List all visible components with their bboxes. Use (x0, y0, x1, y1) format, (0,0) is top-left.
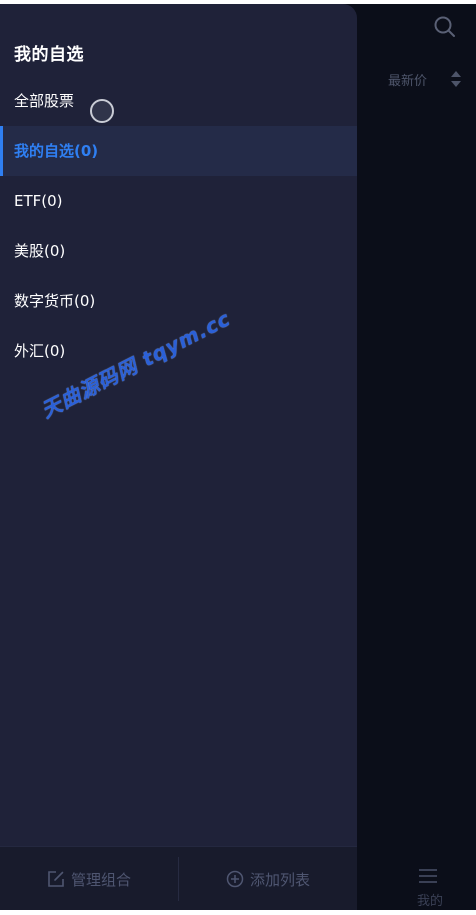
group-item-my-watchlist[interactable]: 我的自选(0) (0, 126, 357, 176)
touch-indicator (90, 99, 114, 123)
add-list-button[interactable]: 添加列表 (179, 847, 357, 910)
search-icon[interactable] (432, 14, 458, 40)
group-item-all-stocks[interactable]: 全部股票 (0, 76, 357, 126)
drawer-footer: 管理组合 添加列表 (0, 846, 357, 910)
sort-price-label: 最新价 (388, 73, 428, 89)
plus-circle-icon (226, 870, 244, 888)
group-item-label: 美股(0) (14, 242, 66, 260)
group-item-etf[interactable]: ETF(0) (0, 176, 357, 226)
group-item-label: 我的自选(0) (14, 142, 99, 160)
group-item-label: 全部股票 (14, 92, 75, 110)
nav-label-mine[interactable]: 我的 (410, 890, 450, 909)
group-item-us-stocks[interactable]: 美股(0) (0, 226, 357, 276)
bottom-strip (0, 910, 476, 915)
add-list-label: 添加列表 (249, 870, 310, 889)
group-item-crypto[interactable]: 数字货币(0) (0, 276, 357, 326)
drawer-title: 我的自选 (14, 45, 84, 65)
edit-icon (48, 871, 64, 887)
group-item-label: 数字货币(0) (14, 292, 96, 310)
manage-groups-label: 管理组合 (70, 870, 131, 889)
group-item-label: ETF(0) (14, 192, 63, 210)
menu-icon[interactable] (417, 868, 439, 884)
watchlist-drawer: 我的自选 全部股票 我的自选(0) ETF(0) 美股(0) 数字货币(0) 外… (0, 4, 357, 910)
manage-groups-button[interactable]: 管理组合 (0, 847, 178, 910)
group-item-label: 外汇(0) (14, 342, 66, 360)
sort-price[interactable]: 最新价 (388, 70, 461, 89)
sort-arrows-icon (451, 71, 461, 87)
